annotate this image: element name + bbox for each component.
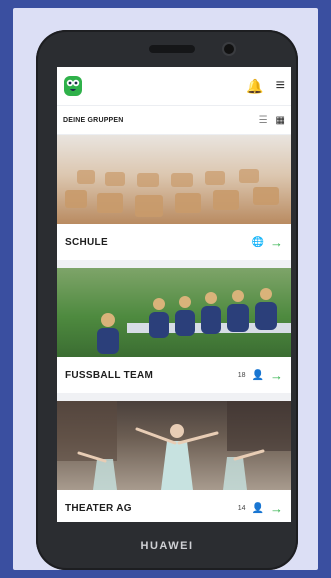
group-card-footer: FUSSBALL TEAM 18 👤 → [57,357,291,393]
list-view-icon[interactable]: ☰ [259,115,268,126]
group-meta: 18 👤 → [238,368,283,383]
group-card-footer: THEATER AG 14 👤 → [57,490,291,522]
view-toggles: ☰ ▦ [259,115,285,126]
group-card-theater-ag[interactable]: THEATER AG 14 👤 → [57,401,291,522]
phone-speaker [149,45,195,53]
group-card-fussball-team[interactable]: FUSSBALL TEAM 18 👤 → [57,268,291,401]
header-actions: 🔔 ≡ [246,78,285,94]
owl-logo-icon[interactable] [63,75,83,97]
arrow-right-icon[interactable]: → [270,235,283,250]
section-header: DEINE GRUPPEN ☰ ▦ [57,106,291,135]
group-meta: 🌐 → [252,235,283,250]
globe-icon: 🌐 [251,236,264,248]
football-team-image [97,288,291,354]
person-icon: 👤 [251,369,264,381]
group-card-schule[interactable]: SCHULE 🌐 → [57,135,291,268]
grid-view-icon[interactable]: ▦ [276,115,285,126]
group-image-fussball-team [57,268,291,357]
app-header: 🔔 ≡ [57,67,291,106]
arrow-right-icon[interactable]: → [270,501,283,516]
arrow-right-icon[interactable]: → [270,368,283,383]
theater-dancers-image [57,401,291,490]
hamburger-menu-icon[interactable]: ≡ [276,78,285,94]
group-image-schule [57,135,291,224]
group-title: SCHULE [65,236,108,248]
person-icon: 👤 [251,502,264,514]
bell-icon[interactable]: 🔔 [246,79,263,93]
group-card-footer: SCHULE 🌐 → [57,224,291,260]
group-title: THEATER AG [65,502,132,514]
device-brand: HUAWEI [140,540,194,552]
member-count: 14 [237,504,246,512]
group-title: FUSSBALL TEAM [65,369,154,381]
group-image-theater-ag [57,401,291,490]
member-count: 18 [237,371,246,379]
front-camera-icon [224,44,234,54]
auditorium-seats-image [65,169,279,217]
section-title: DEINE GRUPPEN [63,116,124,124]
group-meta: 14 👤 → [238,501,283,516]
app-screen: 🔔 ≡ DEINE GRUPPEN ☰ ▦ SCHULE 🌐 → FUSSBAL… [57,67,291,522]
